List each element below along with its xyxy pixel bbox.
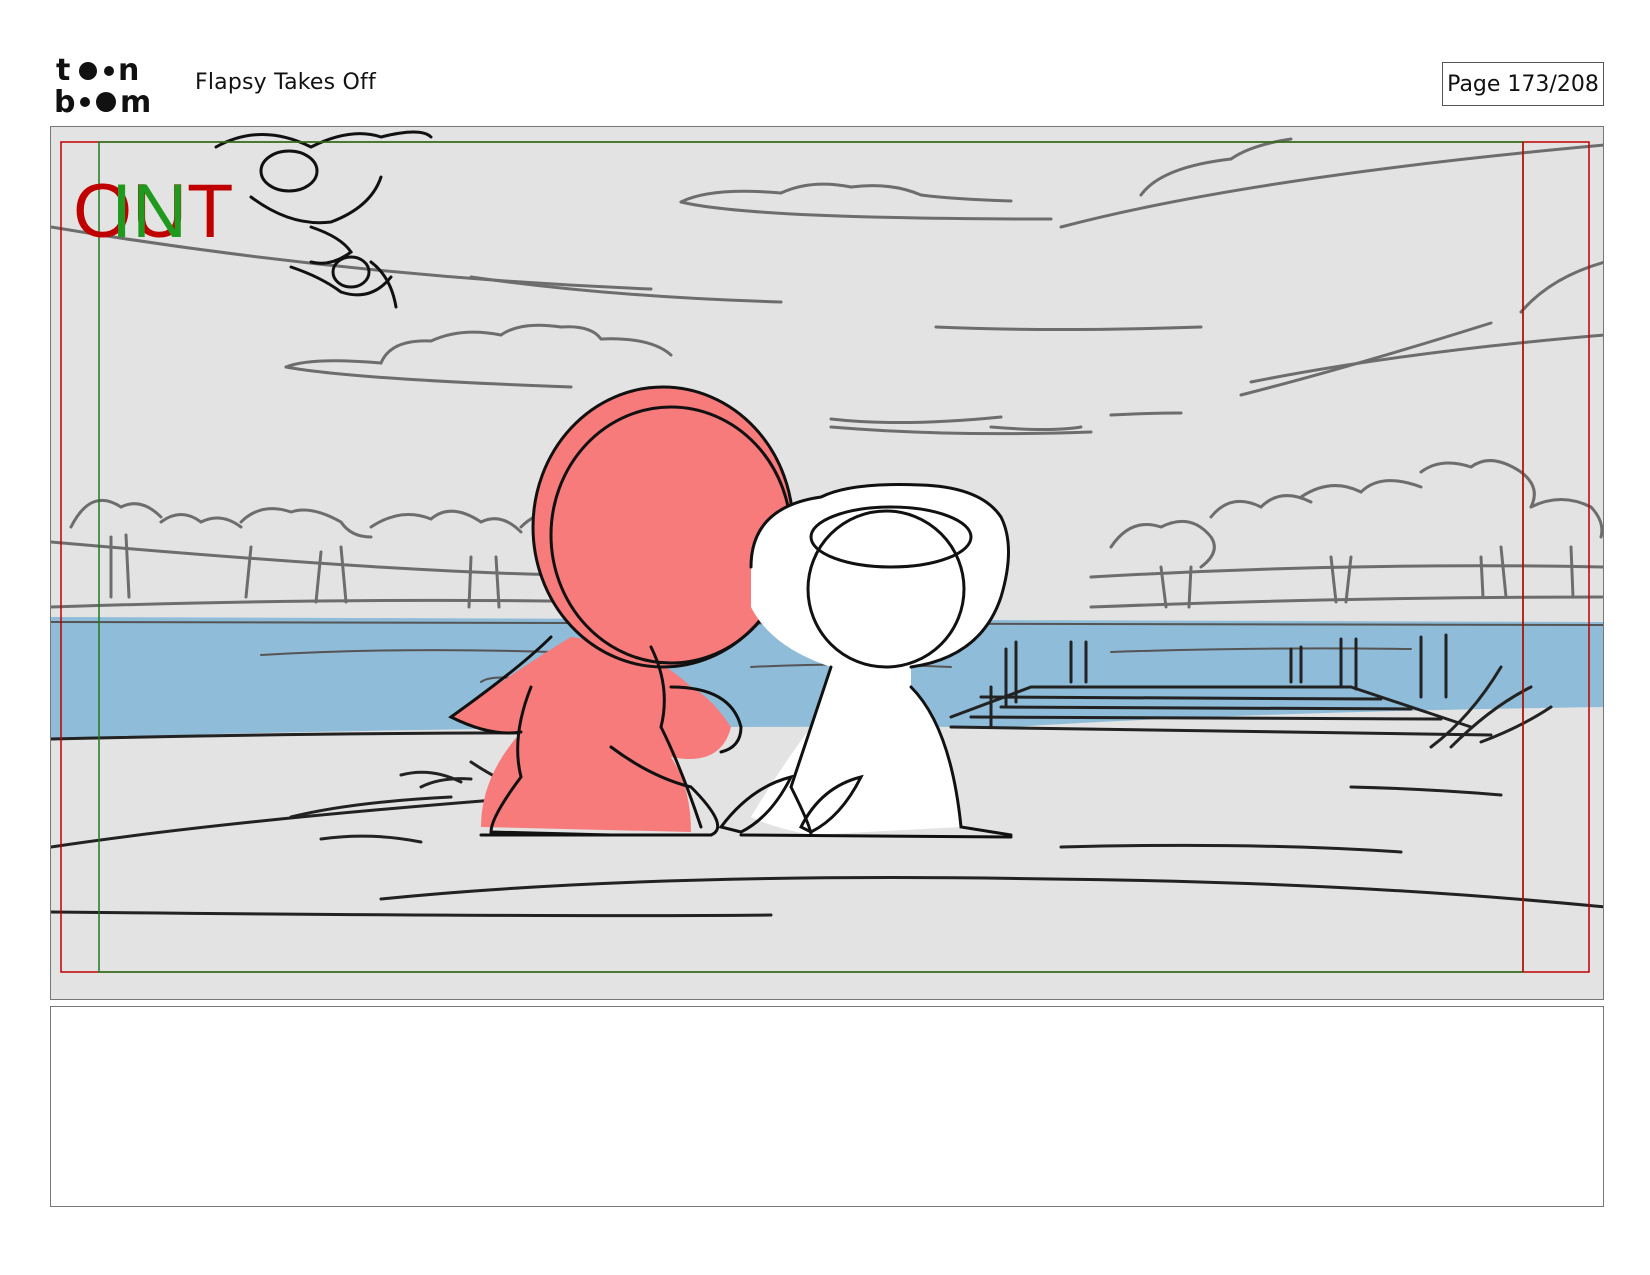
svg-text:n: n [118,54,139,88]
svg-text:t: t [56,54,70,88]
toonboom-logo: t n b m [54,54,151,116]
project-title: Flapsy Takes Off [195,70,376,95]
frame-labels: OUT IN [73,169,233,254]
svg-text:b: b [54,85,75,116]
svg-text:m: m [120,85,151,116]
panel-notes-box[interactable] [50,1006,1604,1207]
storyboard-panel[interactable]: OUT IN [50,126,1604,1000]
frame-label-in: IN [111,169,187,254]
panel-notes-text [51,1007,1603,1027]
page-number-label: Page 173/208 [1447,71,1599,97]
page-number: Page 173/208 [1442,62,1604,106]
